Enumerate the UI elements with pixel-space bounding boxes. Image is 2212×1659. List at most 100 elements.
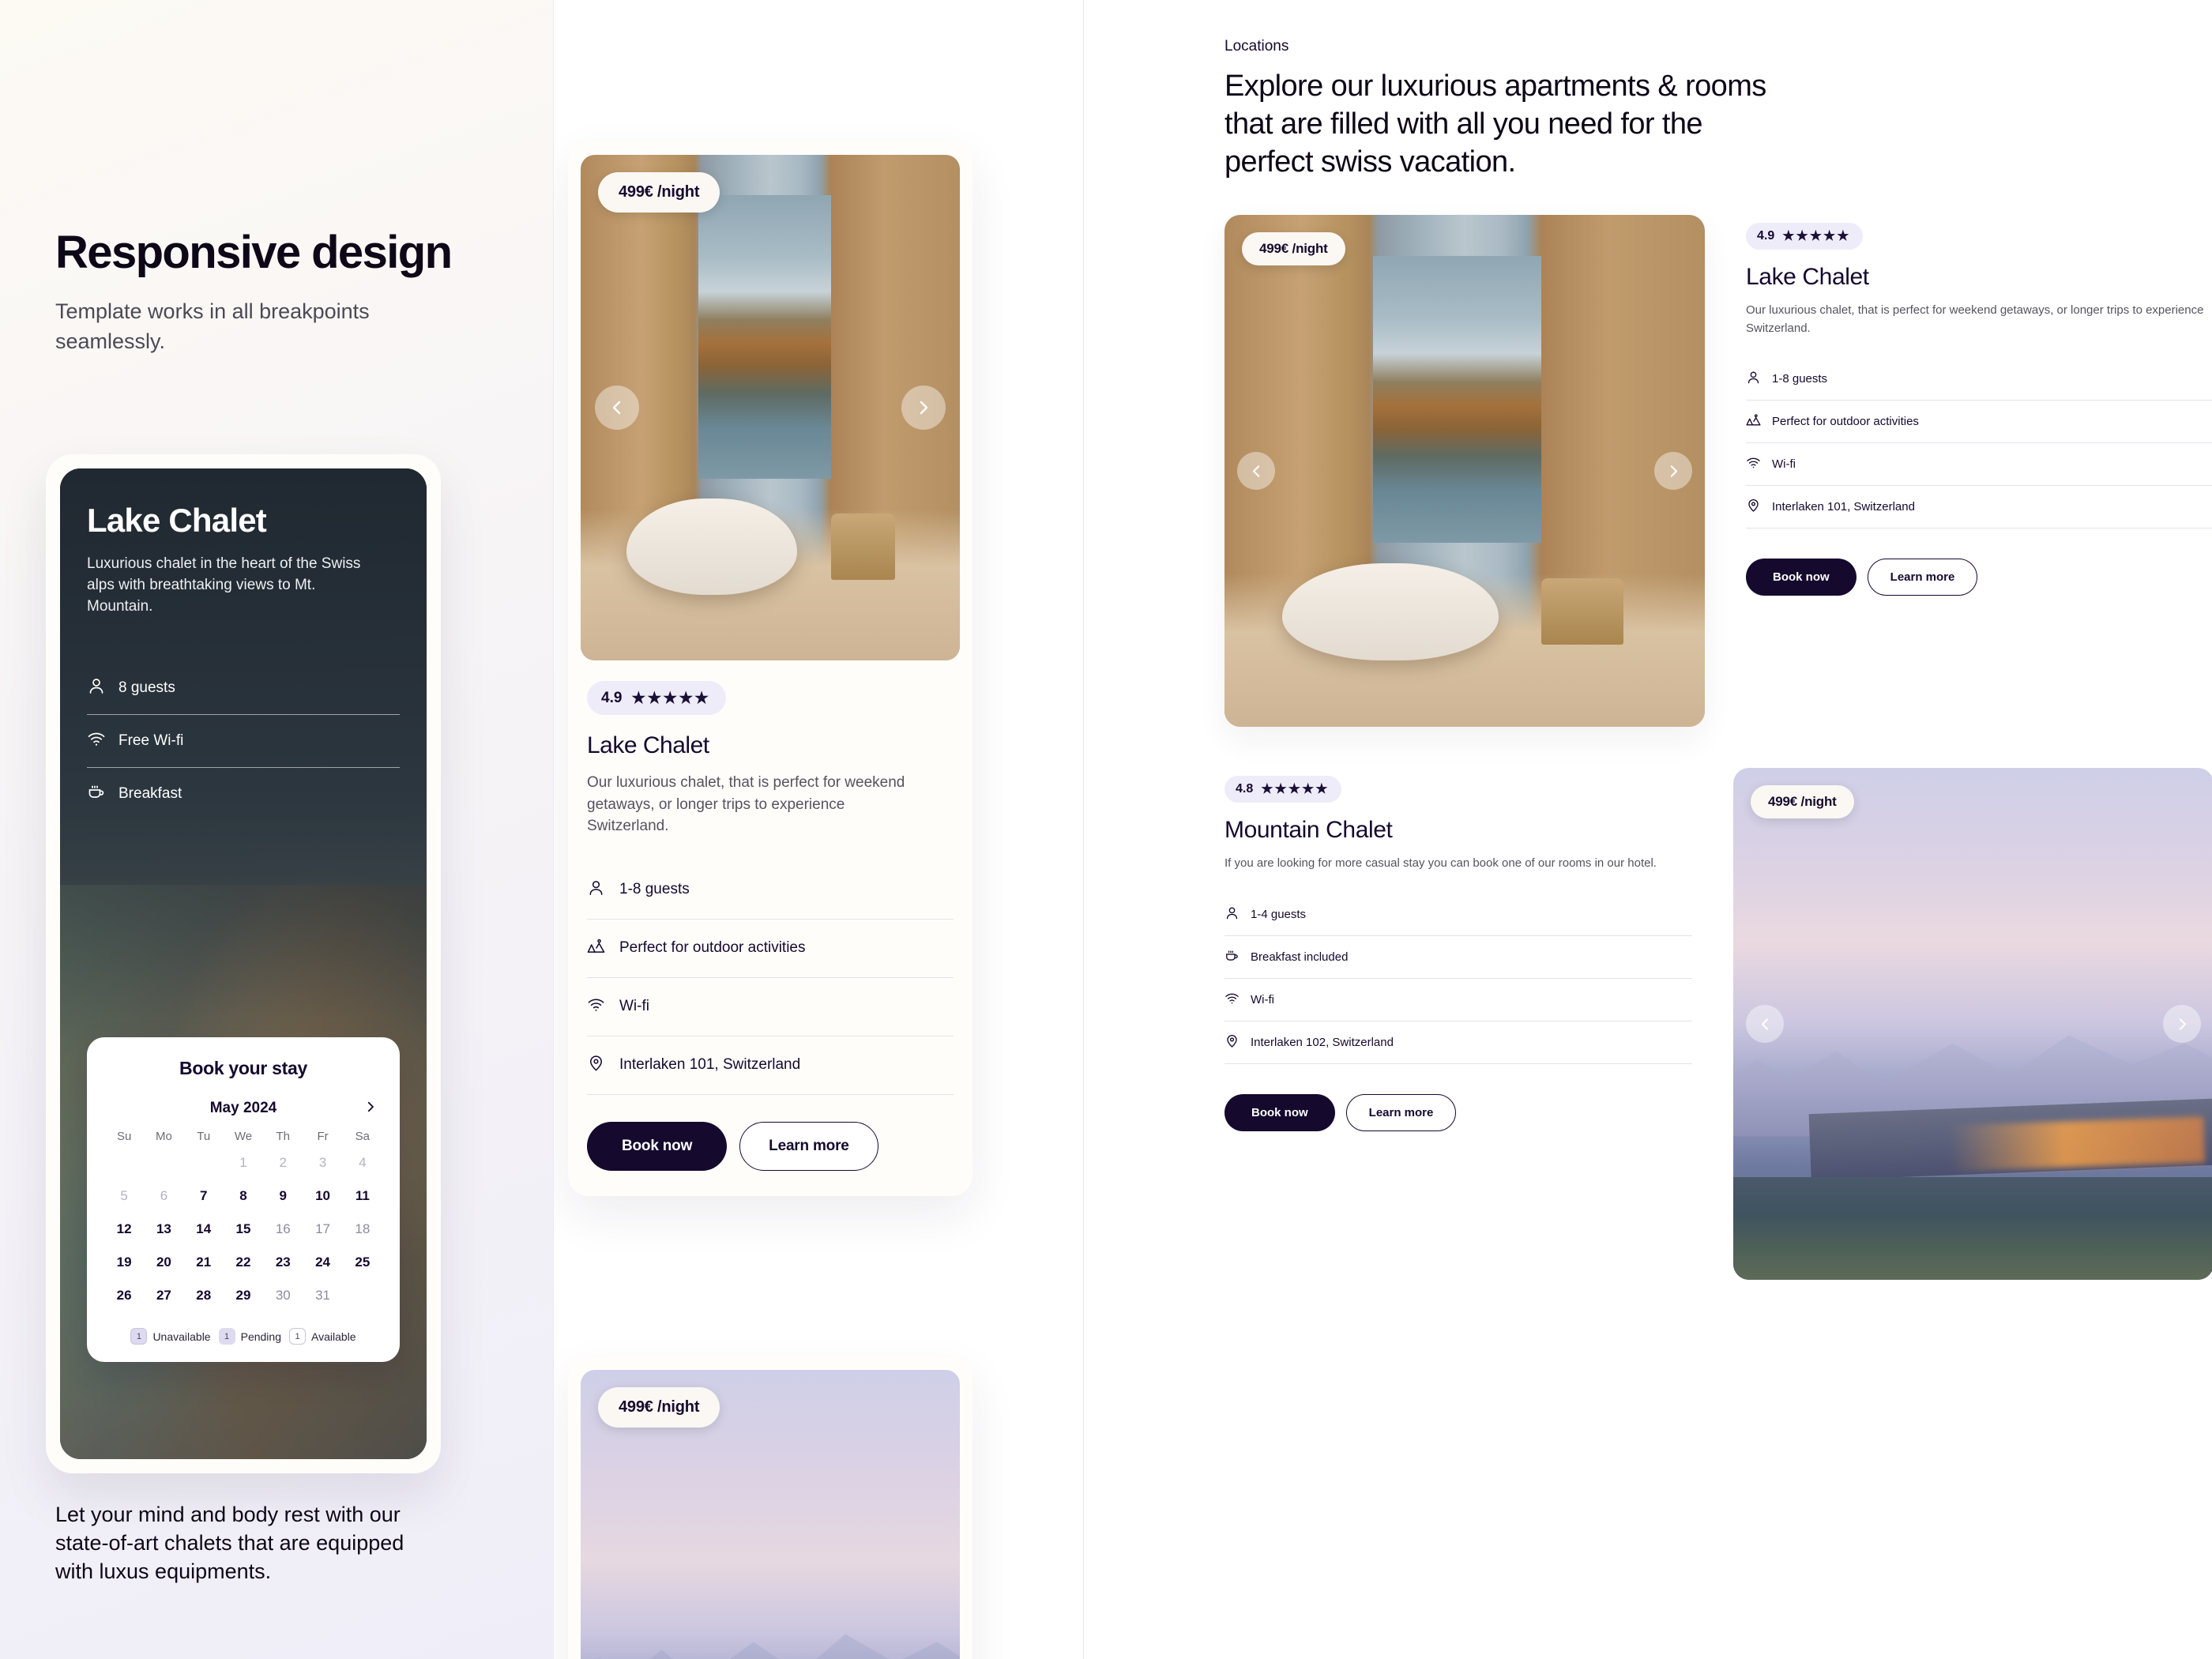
legend-badge: 1 bbox=[130, 1328, 148, 1345]
calendar-day[interactable]: 15 bbox=[224, 1213, 263, 1246]
calendar-day[interactable]: 8 bbox=[224, 1179, 263, 1213]
calendar-day[interactable]: 24 bbox=[303, 1246, 342, 1279]
calendar-day[interactable]: 25 bbox=[343, 1246, 382, 1279]
mobile-footer-text: Let your mind and body rest with our sta… bbox=[55, 1503, 404, 1583]
calendar-day[interactable]: 6 bbox=[144, 1179, 183, 1213]
rating-badge: 4.8 ★★★★★ bbox=[1224, 776, 1342, 803]
listing-description: Our luxurious chalet, that is perfect fo… bbox=[1746, 303, 2204, 335]
book-now-button[interactable]: Book now bbox=[1746, 559, 1856, 596]
star-icons: ★★★★★ bbox=[1261, 781, 1330, 796]
weekday-label: We bbox=[234, 1130, 253, 1143]
learn-more-button[interactable]: Learn more bbox=[1867, 559, 1978, 596]
listing-row-2: 4.8 ★★★★★ Mountain Chalet If you are loo… bbox=[1224, 768, 2212, 1280]
weekday-label: Fr bbox=[317, 1130, 329, 1143]
rating-value: 4.9 bbox=[601, 689, 623, 706]
calendar-day[interactable]: 30 bbox=[263, 1279, 303, 1312]
spec-label: Interlaken 102, Switzerland bbox=[1251, 1035, 1394, 1049]
calendar-day[interactable]: 23 bbox=[263, 1246, 303, 1279]
bathroom-photo: 499€ /night bbox=[581, 155, 960, 660]
feature-guests: 8 guests bbox=[87, 662, 400, 714]
calendar-day[interactable]: 5 bbox=[104, 1179, 144, 1213]
calendar-day[interactable]: 21 bbox=[184, 1246, 224, 1279]
person-icon bbox=[587, 878, 605, 901]
section-headline: Explore our luxurious apartments & rooms… bbox=[1224, 70, 1766, 179]
carousel-prev-button[interactable] bbox=[1746, 1005, 1784, 1043]
book-now-button[interactable]: Book now bbox=[587, 1121, 728, 1171]
calendar-day[interactable]: 26 bbox=[104, 1279, 144, 1312]
calendar-day[interactable]: 22 bbox=[224, 1246, 263, 1279]
lodge-window-glow bbox=[1948, 1116, 2205, 1172]
location-pin-icon bbox=[587, 1054, 605, 1077]
learn-more-button[interactable]: Learn more bbox=[1345, 1093, 1457, 1131]
spec-label: Wi-fi bbox=[1772, 457, 1796, 471]
tablet-breakpoint-panel: 499€ /night 4.9 ★★★★★ Lake Chalet Our lu… bbox=[553, 0, 1084, 1659]
feature-wifi: Free Wi-fi bbox=[87, 713, 400, 767]
spec-breakfast: Breakfast included bbox=[1224, 935, 1692, 978]
calendar-day[interactable]: 14 bbox=[184, 1213, 224, 1246]
price-badge: 499€ /night bbox=[598, 172, 720, 213]
book-now-button[interactable]: Book now bbox=[1224, 1093, 1335, 1131]
spec-wifi: Wi-fi bbox=[1746, 442, 2212, 485]
calendar-day[interactable]: 3 bbox=[303, 1146, 342, 1179]
chevron-left-icon bbox=[1761, 1018, 1768, 1030]
calendar-day[interactable]: 18 bbox=[343, 1213, 382, 1246]
booking-calendar: Book your stay May 2024 Su Mo Tu We Th F… bbox=[87, 1037, 400, 1362]
location-pin-icon bbox=[1224, 1033, 1240, 1051]
spec-label: 1-8 guests bbox=[1772, 372, 1828, 386]
carousel-next-button[interactable] bbox=[2163, 1005, 2201, 1043]
calendar-day[interactable] bbox=[343, 1279, 382, 1312]
calendar-day[interactable]: 11 bbox=[343, 1179, 382, 1213]
calendar-day[interactable]: 12 bbox=[104, 1213, 144, 1246]
spec-location: Interlaken 102, Switzerland bbox=[1224, 1020, 1692, 1064]
calendar-day[interactable] bbox=[104, 1146, 144, 1179]
feature-label: Breakfast bbox=[118, 784, 182, 802]
calendar-day[interactable]: 27 bbox=[144, 1279, 183, 1312]
listing-actions: Book now Learn more bbox=[1224, 1093, 1692, 1131]
bathtub-shape bbox=[626, 498, 797, 595]
mobile-breakpoint-panel: Responsive design Template works in all … bbox=[0, 0, 553, 1659]
price-badge: 499€ /night bbox=[1751, 785, 1854, 818]
tablet-listing-info: 4.9 ★★★★★ Lake Chalet Our luxurious chal… bbox=[581, 660, 960, 1196]
legend-badge: 1 bbox=[289, 1328, 306, 1345]
calendar-day[interactable]: 2 bbox=[263, 1146, 303, 1179]
listing-title: Mountain Chalet bbox=[1224, 817, 1393, 843]
carousel-next-button[interactable] bbox=[1654, 452, 1692, 490]
calendar-day[interactable] bbox=[144, 1146, 183, 1179]
spec-guests: 1-8 guests bbox=[1746, 358, 2212, 400]
carousel-next-button[interactable] bbox=[901, 386, 946, 430]
spec-label: Wi-fi bbox=[1251, 992, 1274, 1006]
calendar-day[interactable]: 4 bbox=[343, 1146, 382, 1179]
desktop-breakpoint-panel: Locations Explore our luxurious apartmen… bbox=[1084, 0, 2212, 1659]
calendar-day[interactable]: 13 bbox=[144, 1213, 183, 1246]
calendar-day[interactable]: 29 bbox=[224, 1279, 263, 1312]
chevron-right-icon bbox=[2179, 1018, 2186, 1030]
rating-badge: 4.9 ★★★★★ bbox=[587, 681, 727, 715]
calendar-day[interactable]: 17 bbox=[303, 1213, 342, 1246]
learn-more-button[interactable]: Learn more bbox=[739, 1121, 878, 1171]
calendar-day[interactable]: 16 bbox=[263, 1213, 303, 1246]
calendar-day[interactable] bbox=[184, 1146, 224, 1179]
calendar-day[interactable]: 20 bbox=[144, 1246, 183, 1279]
hero-title: Lake Chalet bbox=[87, 502, 267, 539]
listing-spec-list: 1-4 guests Breakfast included Wi-fi Inte… bbox=[1224, 893, 1692, 1064]
bathroom-photo: 499€ /night bbox=[1224, 215, 1705, 727]
mountains-icon bbox=[1746, 412, 1761, 431]
calendar-day[interactable]: 19 bbox=[104, 1246, 144, 1279]
legend-unavailable: 1 Unavailable bbox=[130, 1328, 211, 1345]
listing-description: Our luxurious chalet, that is perfect fo… bbox=[587, 774, 905, 835]
calendar-day[interactable]: 1 bbox=[224, 1146, 263, 1179]
calendar-day[interactable]: 31 bbox=[303, 1279, 342, 1312]
carousel-prev-button[interactable] bbox=[595, 386, 639, 430]
chevron-right-icon[interactable] bbox=[360, 1097, 381, 1117]
coffee-cup-icon bbox=[87, 782, 106, 806]
legend-label: Available bbox=[311, 1330, 356, 1343]
calendar-day[interactable]: 28 bbox=[184, 1279, 224, 1312]
listing-title: Lake Chalet bbox=[587, 732, 709, 758]
legend-label: Pending bbox=[240, 1330, 281, 1343]
calendar-day[interactable]: 9 bbox=[263, 1179, 303, 1213]
spec-guests: 1-4 guests bbox=[1224, 893, 1692, 935]
calendar-day[interactable]: 7 bbox=[184, 1179, 224, 1213]
carousel-prev-button[interactable] bbox=[1237, 452, 1275, 490]
calendar-day[interactable]: 10 bbox=[303, 1179, 342, 1213]
weekday-label: Su bbox=[116, 1130, 132, 1143]
